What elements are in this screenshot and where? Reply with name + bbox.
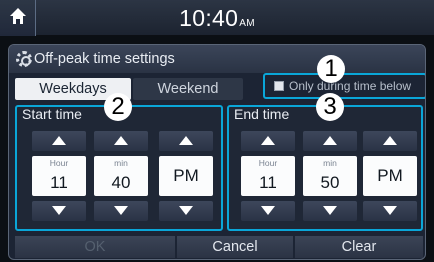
clock: 10:40AM (0, 5, 434, 32)
start-min-label: min (114, 158, 128, 168)
dialog-header: Off-peak time settings (9, 45, 425, 73)
arrow-up-icon (114, 136, 128, 145)
tab-weekend[interactable]: Weekend (133, 78, 243, 100)
arrow-down-icon (179, 206, 193, 215)
clock-ampm: AM (239, 18, 255, 29)
arrow-up-icon (323, 136, 337, 145)
start-ampm-field[interactable]: PM (159, 156, 213, 196)
end-time-panel: End time Hour 11 min 50 PM (227, 105, 423, 231)
start-min-field[interactable]: min 40 (94, 156, 148, 196)
callout-3: 3 (316, 93, 344, 121)
off-peak-settings-dialog: Off-peak time settings Weekdays Weekend … (8, 44, 426, 260)
start-min-down-button[interactable] (94, 201, 148, 221)
end-hour-label: Hour (258, 158, 278, 168)
gear-icon (16, 51, 32, 67)
only-during-time-option[interactable]: Only during time below (263, 73, 425, 99)
end-ampm-down-button[interactable] (363, 201, 417, 221)
start-ampm-up-button[interactable] (159, 131, 213, 151)
start-hour-label: Hour (49, 158, 69, 168)
cancel-button[interactable]: Cancel (177, 236, 293, 258)
end-hour-up-button[interactable] (241, 131, 295, 151)
only-during-time-label: Only during time below (289, 79, 412, 93)
only-during-time-checkbox[interactable] (274, 81, 284, 91)
arrow-down-icon (261, 206, 275, 215)
clear-button[interactable]: Clear (295, 236, 423, 258)
start-ampm-value: PM (173, 166, 199, 185)
start-hour-up-button[interactable] (32, 131, 86, 151)
end-hour-field[interactable]: Hour 11 (241, 156, 295, 196)
start-hour-value: 11 (50, 173, 68, 192)
start-hour-down-button[interactable] (32, 201, 86, 221)
end-min-up-button[interactable] (303, 131, 357, 151)
arrow-up-icon (261, 136, 275, 145)
clock-time: 10:40 (179, 5, 239, 31)
callout-2: 2 (104, 93, 132, 121)
end-hour-value: 11 (259, 173, 277, 192)
end-min-label: min (323, 158, 337, 168)
end-time-title: End time (234, 106, 290, 122)
start-time-title: Start time (22, 106, 82, 122)
start-min-value: 40 (111, 173, 131, 192)
status-bar: 10:40AM (0, 0, 434, 36)
start-min-up-button[interactable] (94, 131, 148, 151)
end-ampm-value: PM (377, 166, 403, 185)
arrow-up-icon (52, 136, 66, 145)
start-ampm-down-button[interactable] (159, 201, 213, 221)
dialog-title: Off-peak time settings (34, 51, 175, 67)
end-ampm-up-button[interactable] (363, 131, 417, 151)
start-time-panel: Start time Hour 11 min 40 PM (15, 105, 223, 231)
end-hour-down-button[interactable] (241, 201, 295, 221)
arrow-down-icon (114, 206, 128, 215)
start-hour-field[interactable]: Hour 11 (32, 156, 86, 196)
arrow-down-icon (323, 206, 337, 215)
end-min-field[interactable]: min 50 (303, 156, 357, 196)
ok-button[interactable]: OK (15, 236, 175, 258)
end-ampm-field[interactable]: PM (363, 156, 417, 196)
arrow-down-icon (52, 206, 66, 215)
arrow-up-icon (383, 136, 397, 145)
arrow-up-icon (179, 136, 193, 145)
arrow-down-icon (383, 206, 397, 215)
end-min-value: 50 (320, 173, 340, 192)
callout-1: 1 (317, 55, 345, 83)
end-min-down-button[interactable] (303, 201, 357, 221)
